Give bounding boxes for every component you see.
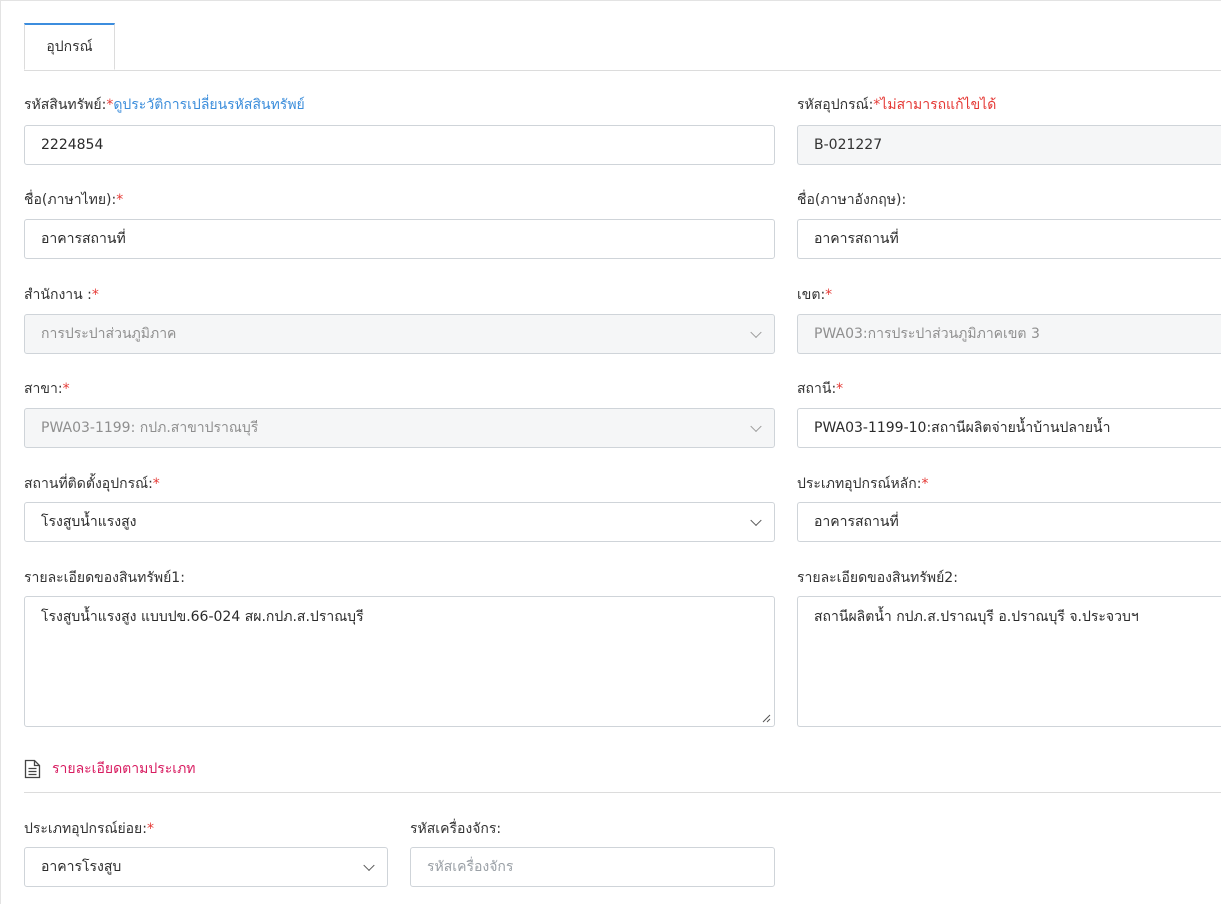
resize-handle-icon[interactable]: [762, 714, 771, 723]
branch-label-text: สาขา:: [24, 381, 63, 397]
equipment-code-label: รหัสอุปกรณ์:*ไม่สามารถแก้ไขได้: [797, 94, 996, 116]
sub-type-label: ประเภทอุปกรณ์ย่อย:*: [24, 818, 154, 840]
required-mark: *: [152, 476, 160, 492]
main-type-label: ประเภทอุปกรณ์หลัก:*: [797, 473, 928, 495]
asset-code-label: รหัสสินทรัพย์:*ดูประวัติการเปลี่ยนรหัสสิ…: [24, 94, 305, 116]
machine-code-label-text: รหัสเครื่องจักร:: [410, 821, 502, 837]
required-mark: *: [116, 192, 124, 208]
sub-type-label-text: ประเภทอุปกรณ์ย่อย:: [24, 821, 147, 837]
asset-code-value: 2224854: [41, 137, 104, 153]
station-select[interactable]: PWA03-1199-10:สถานีผลิตจ่ายน้ำบ้านปลายน้…: [797, 408, 1221, 448]
machine-code-label: รหัสเครื่องจักร:: [410, 818, 501, 840]
equipment-code-value: B-021227: [814, 137, 883, 153]
tab-equipment[interactable]: อุปกรณ์: [24, 23, 115, 70]
install-location-select[interactable]: โรงสูบน้ำแรงสูง: [24, 502, 775, 542]
required-mark: *: [825, 287, 833, 303]
zone-label: เขต:*: [797, 284, 832, 306]
asset-detail-2-value: สถานีผลิตน้ำ กปภ.ส.ปราณบุรี อ.ปราณบุรี จ…: [814, 609, 1139, 625]
chevron-down-icon: [750, 420, 762, 433]
asset-code-history-link[interactable]: ดูประวัติการเปลี่ยนรหัสสินทรัพย์: [113, 97, 304, 113]
required-mark: *: [921, 476, 929, 492]
sub-type-select[interactable]: อาคารโรงสูบ: [24, 847, 388, 887]
name-en-value: อาคารสถานที่: [814, 231, 899, 247]
machine-code-placeholder: รหัสเครื่องจักร: [427, 859, 514, 875]
required-mark: *: [62, 381, 70, 397]
asset-detail-2-label-text: รายละเอียดของสินทรัพย์2:: [797, 570, 958, 586]
section-divider: [24, 792, 1221, 793]
name-en-label: ชื่อ(ภาษาอังกฤษ):: [797, 189, 906, 211]
chevron-down-icon: [363, 859, 375, 872]
required-mark: *: [146, 821, 154, 837]
chevron-down-icon: [750, 514, 762, 527]
machine-code-input[interactable]: รหัสเครื่องจักร: [410, 847, 775, 887]
chevron-down-icon: [750, 326, 762, 339]
section-title: รายละเอียดตามประเภท: [52, 761, 196, 777]
office-label: สำนักงาน :*: [24, 284, 99, 306]
not-editable-note: *ไม่สามารถแก้ไขได้: [873, 97, 997, 113]
asset-detail-1-value: โรงสูบน้ำแรงสูง แบบปข.66-024 สผ.กปภ.ส.ปร…: [41, 609, 364, 625]
name-th-value: อาคารสถานที่: [41, 231, 126, 247]
asset-code-input[interactable]: 2224854: [24, 125, 775, 165]
office-label-text: สำนักงาน :: [24, 287, 92, 303]
panel-left-border: [0, 0, 1, 904]
station-label-text: สถานี:: [797, 381, 837, 397]
zone-label-text: เขต:: [797, 287, 826, 303]
equipment-code-input: B-021227: [797, 125, 1221, 165]
required-mark: *: [836, 381, 844, 397]
equipment-code-label-text: รหัสอุปกรณ์:: [797, 97, 874, 113]
name-th-input[interactable]: อาคารสถานที่: [24, 219, 775, 259]
asset-detail-1-label-text: รายละเอียดของสินทรัพย์1:: [24, 570, 185, 586]
zone-select: PWA03:การประปาส่วนภูมิภาคเขต 3: [797, 314, 1221, 354]
name-th-label-text: ชื่อ(ภาษาไทย):: [24, 192, 117, 208]
main-type-label-text: ประเภทอุปกรณ์หลัก:: [797, 476, 922, 492]
name-th-label: ชื่อ(ภาษาไทย):*: [24, 189, 123, 211]
branch-label: สาขา:*: [24, 378, 70, 400]
branch-value: PWA03-1199: กปภ.สาขาปราณบุรี: [41, 420, 259, 436]
panel-top-border: [0, 0, 1221, 1]
name-en-label-text: ชื่อ(ภาษาอังกฤษ):: [797, 192, 907, 208]
station-value: PWA03-1199-10:สถานีผลิตจ่ายน้ำบ้านปลายน้…: [814, 420, 1111, 436]
document-icon: [24, 759, 41, 779]
install-location-label: สถานที่ติดตั้งอุปกรณ์:*: [24, 473, 160, 495]
tab-bar: อุปกรณ์: [24, 23, 1221, 71]
asset-code-label-text: รหัสสินทรัพย์:: [24, 97, 107, 113]
asset-detail-1-label: รายละเอียดของสินทรัพย์1:: [24, 567, 185, 589]
office-select: การประปาส่วนภูมิภาค: [24, 314, 775, 354]
section-type-details: รายละเอียดตามประเภท: [24, 758, 196, 780]
asset-detail-2-textarea[interactable]: สถานีผลิตน้ำ กปภ.ส.ปราณบุรี อ.ปราณบุรี จ…: [797, 596, 1221, 727]
main-type-select[interactable]: อาคารสถานที่: [797, 502, 1221, 542]
required-mark: *: [91, 287, 99, 303]
name-en-input[interactable]: อาคารสถานที่: [797, 219, 1221, 259]
install-location-value: โรงสูบน้ำแรงสูง: [41, 514, 137, 530]
zone-value: PWA03:การประปาส่วนภูมิภาคเขต 3: [814, 326, 1040, 342]
asset-detail-1-textarea[interactable]: โรงสูบน้ำแรงสูง แบบปข.66-024 สผ.กปภ.ส.ปร…: [24, 596, 775, 727]
station-label: สถานี:*: [797, 378, 843, 400]
asset-detail-2-label: รายละเอียดของสินทรัพย์2:: [797, 567, 958, 589]
branch-select: PWA03-1199: กปภ.สาขาปราณบุรี: [24, 408, 775, 448]
main-type-value: อาคารสถานที่: [814, 514, 899, 530]
office-value: การประปาส่วนภูมิภาค: [41, 326, 177, 342]
sub-type-value: อาคารโรงสูบ: [41, 859, 122, 875]
install-location-label-text: สถานที่ติดตั้งอุปกรณ์:: [24, 476, 153, 492]
